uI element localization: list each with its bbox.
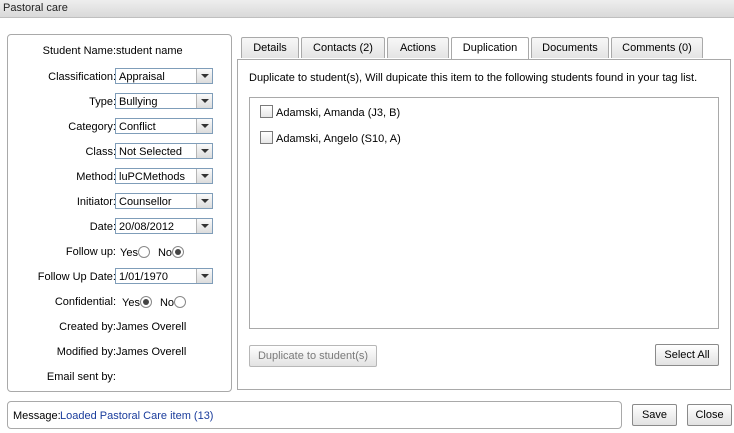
save-button[interactable]: Save bbox=[632, 404, 677, 426]
list-item: Adamski, Angelo (S10, A) bbox=[260, 131, 401, 147]
class-value: Not Selected bbox=[119, 146, 182, 158]
method-label: Method: bbox=[76, 171, 116, 183]
tab-comments[interactable]: Comments (0) bbox=[611, 37, 703, 58]
category-select[interactable]: Conflict bbox=[115, 118, 213, 134]
follow-up-no-label: No bbox=[157, 247, 173, 259]
chevron-down-icon[interactable] bbox=[196, 144, 212, 158]
message-text: Loaded Pastoral Care item (13) bbox=[60, 410, 214, 422]
student-name-label: Student Name: bbox=[42, 45, 116, 57]
classification-select[interactable]: Appraisal bbox=[115, 68, 213, 84]
confidential-label: Confidential: bbox=[54, 296, 116, 308]
list-item: Adamski, Amanda (J3, B) bbox=[260, 105, 400, 121]
initiator-select[interactable]: Counsellor bbox=[115, 193, 213, 209]
follow-up-radio-group: Yes No bbox=[120, 246, 192, 259]
student-tag-list[interactable]: Adamski, Amanda (J3, B) Adamski, Angelo … bbox=[249, 97, 719, 329]
student-name: Adamski, Amanda (J3, B) bbox=[276, 107, 401, 119]
student-name-value: student name bbox=[116, 45, 183, 57]
modified-by-label: Modified by: bbox=[56, 346, 116, 358]
duplication-description: Duplicate to student(s), Will dupicate t… bbox=[249, 72, 698, 84]
follow-up-yes-label: Yes bbox=[120, 247, 138, 259]
follow-up-date-picker[interactable]: 1/01/1970 bbox=[115, 268, 213, 284]
initiator-row: Initiator: Counsellor bbox=[8, 193, 231, 213]
follow-up-date-label: Follow Up Date: bbox=[37, 271, 116, 283]
student-details-panel: Student Name: student name Classificatio… bbox=[7, 34, 232, 392]
date-label: Date: bbox=[89, 221, 116, 233]
confidential-no-radio[interactable] bbox=[174, 296, 187, 308]
chevron-down-icon[interactable] bbox=[196, 119, 212, 133]
method-row: Method: luPCMethods bbox=[8, 168, 231, 188]
class-label: Class: bbox=[85, 146, 116, 158]
confidential-no-label: No bbox=[159, 297, 175, 309]
tab-actions[interactable]: Actions bbox=[387, 37, 449, 58]
created-by-value: James Overell bbox=[116, 321, 187, 333]
tab-documents[interactable]: Documents bbox=[531, 37, 609, 58]
chevron-down-icon[interactable] bbox=[196, 69, 212, 83]
follow-up-no-radio[interactable] bbox=[172, 246, 185, 258]
chevron-down-icon[interactable] bbox=[196, 269, 212, 283]
date-row: Date: 20/08/2012 bbox=[8, 218, 231, 238]
class-select[interactable]: Not Selected bbox=[115, 143, 213, 159]
type-label: Type: bbox=[89, 96, 116, 108]
duplication-panel: Duplicate to student(s), Will dupicate t… bbox=[237, 59, 731, 390]
category-label: Category: bbox=[68, 121, 116, 133]
modified-by-value: James Overell bbox=[116, 346, 187, 358]
confidential-yes-radio[interactable] bbox=[139, 296, 152, 308]
email-sent-by-label: Email sent by: bbox=[46, 371, 116, 383]
category-value: Conflict bbox=[119, 121, 156, 133]
modified-by-row: Modified by: James Overell bbox=[8, 343, 231, 363]
created-by-row: Created by: James Overell bbox=[8, 318, 231, 338]
created-by-label: Created by: bbox=[59, 321, 116, 333]
follow-up-date-value: 1/01/1970 bbox=[119, 271, 168, 283]
type-value: Bullying bbox=[119, 96, 158, 108]
follow-up-label: Follow up: bbox=[65, 246, 116, 258]
type-select[interactable]: Bullying bbox=[115, 93, 213, 109]
confidential-row: Confidential: Yes No bbox=[8, 293, 231, 313]
email-sent-by-row: Email sent by: bbox=[8, 368, 231, 388]
date-value: 20/08/2012 bbox=[119, 221, 175, 233]
tab-contacts[interactable]: Contacts (2) bbox=[301, 37, 385, 58]
class-row: Class: Not Selected bbox=[8, 143, 231, 163]
tab-details[interactable]: Details bbox=[241, 37, 299, 58]
student-name: Adamski, Angelo (S10, A) bbox=[276, 133, 401, 145]
window-title: Pastoral care bbox=[3, 2, 68, 14]
classification-value: Appraisal bbox=[119, 71, 165, 83]
window-titlebar: Pastoral care bbox=[0, 0, 734, 18]
close-button[interactable]: Close bbox=[687, 404, 732, 426]
method-select[interactable]: luPCMethods bbox=[115, 168, 213, 184]
category-row: Category: Conflict bbox=[8, 118, 231, 138]
follow-up-yes-radio[interactable] bbox=[137, 246, 150, 258]
chevron-down-icon[interactable] bbox=[196, 194, 212, 208]
chevron-down-icon[interactable] bbox=[196, 219, 212, 233]
initiator-value: Counsellor bbox=[119, 196, 172, 208]
method-value: luPCMethods bbox=[119, 171, 186, 183]
initiator-label: Initiator: bbox=[76, 196, 116, 208]
classification-row: Classification: Appraisal bbox=[8, 68, 231, 88]
message-label: Message: bbox=[13, 410, 61, 422]
message-bar: Message: Loaded Pastoral Care item (13) bbox=[7, 401, 622, 429]
follow-up-date-row: Follow Up Date: 1/01/1970 bbox=[8, 268, 231, 288]
student-checkbox[interactable] bbox=[260, 131, 273, 144]
follow-up-row: Follow up: Yes No bbox=[8, 243, 231, 263]
tab-duplication[interactable]: Duplication bbox=[451, 37, 529, 60]
select-all-button[interactable]: Select All bbox=[655, 344, 719, 366]
confidential-radio-group: Yes No bbox=[122, 296, 194, 309]
student-checkbox[interactable] bbox=[260, 105, 273, 118]
type-row: Type: Bullying bbox=[8, 93, 231, 113]
classification-label: Classification: bbox=[48, 71, 116, 83]
chevron-down-icon[interactable] bbox=[196, 94, 212, 108]
confidential-yes-label: Yes bbox=[122, 297, 140, 309]
student-name-row: Student Name: student name bbox=[8, 42, 231, 62]
chevron-down-icon[interactable] bbox=[196, 169, 212, 183]
date-picker[interactable]: 20/08/2012 bbox=[115, 218, 213, 234]
duplicate-to-students-button[interactable]: Duplicate to student(s) bbox=[249, 345, 377, 367]
